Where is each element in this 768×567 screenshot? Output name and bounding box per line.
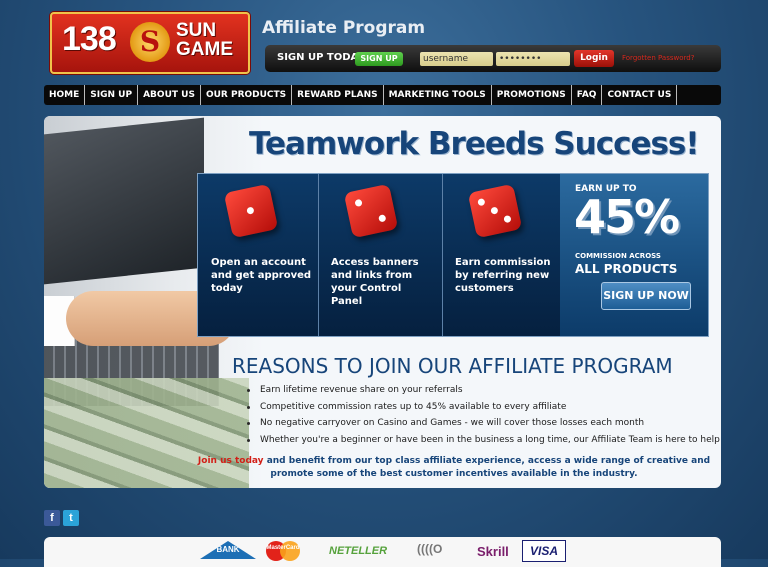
mastercard-text: MasterCard [266, 545, 300, 551]
skrill-logo: Skrill [477, 544, 509, 559]
laptop-image [44, 117, 204, 285]
dice-two-icon [343, 183, 399, 239]
reasons-title: REASONS TO JOIN OUR AFFILIATE PROGRAM [232, 354, 673, 378]
mastercard-logo: MasterCard [266, 541, 310, 561]
dice-three-icon [467, 183, 523, 239]
signup-button[interactable]: SIGN UP [355, 52, 403, 66]
dice-one-icon [223, 183, 279, 239]
step-earn-commission: Earn commission by referring new custome… [442, 174, 561, 336]
forgot-password-link[interactable]: Forgotten Password? [622, 54, 694, 62]
page-title: Affiliate Program [262, 18, 426, 38]
promo-percent: 45% [574, 190, 680, 244]
dragon-emblem-icon: S [130, 22, 170, 62]
nav-item-marketing-tools[interactable]: MARKETING TOOLS [384, 85, 492, 105]
step-text: Earn commission by referring new custome… [455, 257, 551, 294]
commission-promo: EARN UP TO 45% COMMISSION ACROSS ALL PRO… [560, 174, 708, 336]
reasons-list: Earn lifetime revenue share on your refe… [242, 384, 720, 450]
steps-banner: Open an account and get approved today A… [197, 173, 709, 337]
step-open-account: Open an account and get approved today [198, 174, 319, 336]
logo-word-top: SUN [176, 20, 217, 41]
username-input[interactable] [420, 52, 493, 66]
nav-item-reward-plans[interactable]: REWARD PLANS [292, 85, 384, 105]
logo-word-bottom: GAME [176, 39, 233, 60]
join-text: and benefit from our top class affiliate… [263, 456, 711, 479]
nav-item-about-us[interactable]: ABOUT US [138, 85, 201, 105]
site-logo[interactable]: 138 S SUN GAME [50, 12, 250, 74]
join-us-link[interactable]: Join us today [198, 456, 264, 466]
neteller-logo: NETELLER [329, 545, 388, 557]
list-item: No negative carryover on Casino and Game… [242, 417, 720, 434]
list-item: Whether you're a beginner or have been i… [242, 434, 720, 451]
ukash-logo: ((((O [417, 542, 443, 556]
nav-item-contact-us[interactable]: CONTACT US [602, 85, 678, 105]
nav-item-faq[interactable]: FAQ [572, 85, 603, 105]
payment-methods: BANK MasterCard NETELLER ((((O Skrill VI… [44, 537, 721, 567]
hero-headline: Teamwork Breeds Success! [249, 126, 700, 162]
nav-item-promotions[interactable]: PROMOTIONS [492, 85, 572, 105]
promo-commission-across: COMMISSION ACROSS [575, 252, 661, 260]
main-nav: HOME SIGN UP ABOUT US OUR PRODUCTS REWAR… [44, 85, 721, 105]
login-button[interactable]: Login [574, 50, 614, 67]
step-access-banners: Access banners and links from your Contr… [318, 174, 443, 336]
signup-label: SIGN UP TODAY [277, 52, 365, 63]
password-input[interactable] [496, 52, 570, 66]
main-panel: Teamwork Breeds Success! Open an account… [44, 116, 721, 488]
list-item: Earn lifetime revenue share on your refe… [242, 384, 720, 401]
promo-all-products: ALL PRODUCTS [575, 262, 678, 276]
list-item: Competitive commission rates up to 45% a… [242, 401, 720, 418]
twitter-icon[interactable]: t [63, 510, 79, 526]
nav-item-our-products[interactable]: OUR PRODUCTS [201, 85, 293, 105]
facebook-icon[interactable]: f [44, 510, 60, 526]
step-text: Access banners and links from your Contr… [331, 257, 419, 307]
social-links: f t [44, 510, 79, 526]
signup-now-button[interactable]: SIGN UP NOW [601, 282, 691, 310]
login-bar: SIGN UP TODAY SIGN UP Login Forgotten Pa… [265, 45, 721, 72]
nav-item-home[interactable]: HOME [44, 85, 86, 105]
nav-item-sign-up[interactable]: SIGN UP [85, 85, 139, 105]
step-text: Open an account and get approved today [211, 257, 312, 294]
logo-number: 138 [62, 20, 117, 58]
join-paragraph: Join us today and benefit from our top c… [194, 455, 714, 481]
bank-transfer-logo: BANK [200, 541, 256, 559]
